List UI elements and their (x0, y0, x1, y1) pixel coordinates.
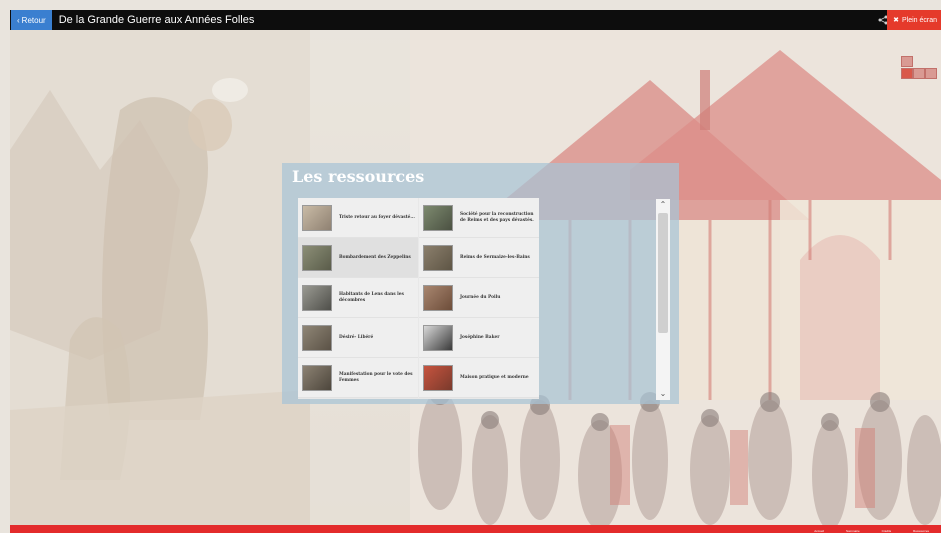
resource-label: Maison pratique et moderne (460, 374, 529, 380)
resource-label: Journée du Poilu (460, 294, 501, 300)
resource-thumbnail (302, 364, 332, 391)
resource-grid: Triste retour au foyer dévasté... Sociét… (298, 198, 539, 399)
resource-thumbnail (423, 244, 453, 271)
footer-bar: Accueil Sommaire Crédits Ressources (10, 525, 941, 533)
footer-link-credits[interactable]: Crédits (882, 529, 892, 533)
resource-thumbnail (302, 204, 332, 231)
chevron-down-icon[interactable]: ⌄ (656, 388, 670, 400)
page-title: De la Grande Guerre aux Années Folles (58, 14, 255, 26)
resource-card[interactable]: Bombardement des Zeppelins (298, 238, 418, 278)
resource-label: Désiré- Libéré (339, 334, 374, 340)
resource-card[interactable]: Journée du Poilu (419, 278, 539, 318)
resources-panel: Les ressources Triste retour au foyer dé… (282, 163, 679, 404)
resource-label: Bombardement des Zeppelins (339, 254, 411, 260)
resource-card[interactable]: Maison pratique et moderne (419, 358, 539, 398)
resource-card[interactable]: Habitants de Lens dans les décombres (298, 278, 418, 318)
scrollbar[interactable]: ⌃ ⌄ (656, 199, 670, 400)
footer-link-home[interactable]: Accueil (814, 529, 824, 533)
resource-thumbnail (302, 284, 332, 311)
scrollbar-thumb[interactable] (658, 213, 668, 333)
resource-label: Habitants de Lens dans les décombres (339, 292, 404, 303)
back-button[interactable]: ‹ Retour (11, 10, 52, 30)
nav-control-active[interactable] (901, 68, 913, 79)
resource-thumbnail (302, 324, 332, 351)
fullscreen-label: Plein écran (901, 16, 937, 24)
panel-title: Les ressources (292, 167, 425, 186)
resource-label: Manifestation pour le vote des Femmes (339, 372, 413, 383)
resource-label: Société pour la reconstruction de Reims … (460, 212, 534, 223)
back-label: Retour (21, 15, 46, 25)
resource-thumbnail (423, 284, 453, 311)
chevron-up-icon[interactable]: ⌃ (656, 199, 670, 211)
resource-label: Joséphine Baker (460, 334, 500, 340)
resource-card[interactable]: Manifestation pour le vote des Femmes (298, 358, 418, 398)
footer-link-summary[interactable]: Sommaire (846, 529, 860, 533)
resource-thumbnail (423, 204, 453, 231)
zoom-control[interactable] (901, 56, 913, 67)
resource-label: Reims de Sermaize-les-Bains (460, 254, 530, 260)
close-icon: ✖ (893, 17, 899, 24)
resource-card[interactable]: Désiré- Libéré (298, 318, 418, 358)
resource-card[interactable]: Reims de Sermaize-les-Bains (419, 238, 539, 278)
resource-label: Triste retour au foyer dévasté... (339, 214, 415, 220)
resource-card[interactable]: Joséphine Baker (419, 318, 539, 358)
resource-card[interactable]: Triste retour au foyer dévasté... (298, 198, 418, 238)
resource-card[interactable]: Société pour la reconstruction de Reims … (419, 198, 539, 238)
fullscreen-button[interactable]: ✖ Plein écran (887, 10, 941, 30)
resource-thumbnail (423, 364, 453, 391)
nav-control[interactable] (913, 68, 925, 79)
resource-thumbnail (302, 244, 332, 271)
resource-thumbnail (423, 324, 453, 351)
top-bar: ‹ Retour De la Grande Guerre aux Années … (10, 10, 941, 30)
chevron-left-icon: ‹ (17, 15, 20, 25)
nav-control[interactable] (925, 68, 937, 79)
footer-link-resources[interactable]: Ressources (913, 529, 929, 533)
